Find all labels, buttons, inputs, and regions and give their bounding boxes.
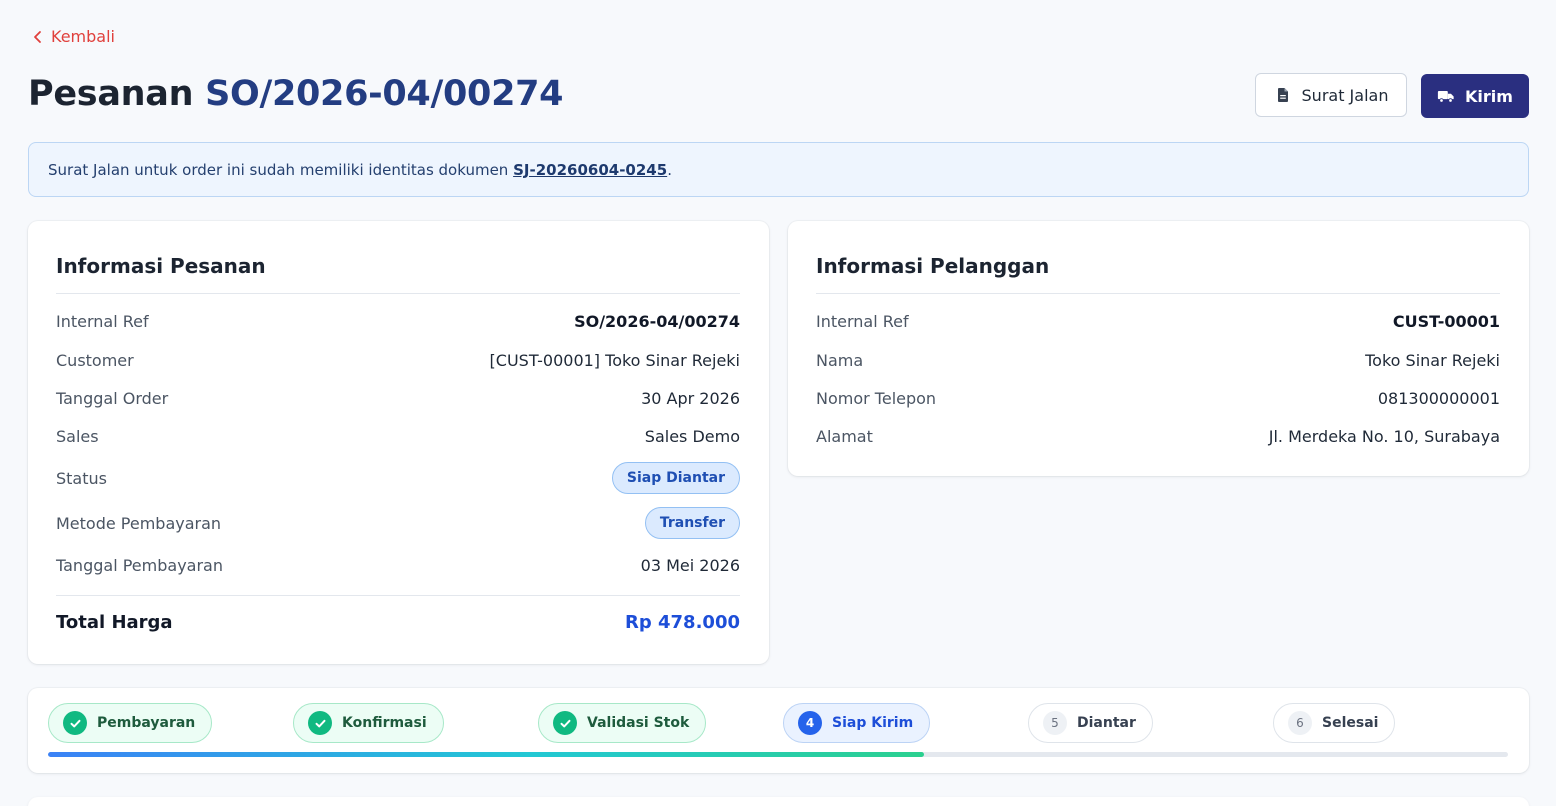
alert-text: Surat Jalan untuk order ini sudah memili… — [48, 160, 514, 179]
step-siap-kirim[interactable]: 4 Siap Kirim — [783, 703, 931, 743]
row-label: Customer — [56, 350, 134, 370]
divider — [816, 293, 1500, 294]
row-value: [CUST-00001] Toko Sinar Rejeki — [489, 350, 740, 370]
step-validasi-stok[interactable]: Validasi Stok — [538, 703, 707, 743]
row-value: 30 Apr 2026 — [641, 388, 740, 408]
step-number: 5 — [1043, 711, 1067, 735]
back-label: Kembali — [51, 27, 115, 46]
row-value: SO/2026-04/00274 — [574, 311, 740, 331]
step-label: Validasi Stok — [587, 715, 690, 731]
total-label: Total Harga — [56, 611, 173, 633]
customer-row-nama: Nama Toko Sinar Rejeki — [816, 348, 1500, 372]
order-row-tanggal-pembayaran: Tanggal Pembayaran 03 Mei 2026 — [56, 553, 740, 577]
row-label: Nama — [816, 350, 864, 370]
step-label: Siap Kirim — [832, 715, 914, 731]
payment-method-badge: Transfer — [644, 507, 740, 539]
back-link[interactable]: Kembali — [32, 27, 115, 46]
order-info-title: Informasi Pesanan — [56, 254, 266, 278]
chevron-left-icon — [34, 30, 41, 43]
row-label: Tanggal Order — [56, 388, 169, 408]
row-value: Toko Sinar Rejeki — [1365, 350, 1500, 370]
step-konfirmasi[interactable]: Konfirmasi — [293, 703, 444, 743]
progress-fill — [48, 752, 924, 757]
order-row-tanggal-order: Tanggal Order 30 Apr 2026 — [56, 386, 740, 410]
surat-jalan-label: Surat Jalan — [1301, 85, 1389, 105]
row-label: Sales — [56, 426, 99, 446]
alert-doc-link[interactable]: SJ-20260604-0245 — [513, 161, 667, 179]
row-value: CUST-00001 — [1392, 311, 1500, 331]
progress-track — [48, 752, 1508, 757]
order-row-sales: Sales Sales Demo — [56, 424, 740, 448]
customer-row-internal-ref: Internal Ref CUST-00001 — [816, 309, 1500, 333]
next-section-card — [28, 797, 1529, 806]
order-total-row: Total Harga Rp 478.000 — [56, 609, 740, 635]
row-value: Jl. Merdeka No. 10, Surabaya — [1268, 426, 1500, 446]
page-title-order-ref: SO/2026-04/00274 — [205, 74, 564, 114]
step-label: Diantar — [1077, 715, 1136, 731]
order-info-card: Informasi Pesanan Internal Ref SO/2026-0… — [28, 221, 769, 664]
order-row-status: Status Siap Diantar — [56, 462, 740, 494]
order-row-internal-ref: Internal Ref SO/2026-04/00274 — [56, 309, 740, 333]
alert-text-end: . — [667, 160, 672, 179]
step-label: Selesai — [1322, 715, 1379, 731]
step-label: Konfirmasi — [342, 715, 427, 731]
customer-info-card: Informasi Pelanggan Internal Ref CUST-00… — [788, 221, 1529, 476]
step-label: Pembayaran — [97, 715, 196, 731]
total-value: Rp 478.000 — [625, 611, 740, 633]
status-badge: Siap Diantar — [611, 462, 740, 494]
step-selesai[interactable]: 6 Selesai — [1273, 703, 1396, 743]
step-indicator — [553, 711, 577, 735]
row-label: Metode Pembayaran — [56, 513, 222, 533]
row-value: 03 Mei 2026 — [640, 555, 740, 575]
step-indicator — [308, 711, 332, 735]
kirim-button[interactable]: Kirim — [1421, 74, 1529, 118]
row-label: Alamat — [816, 426, 873, 446]
divider — [56, 595, 740, 596]
check-icon — [70, 719, 80, 727]
row-label: Status — [56, 468, 107, 488]
page-title-prefix: Pesanan — [28, 74, 194, 114]
row-value: 081300000001 — [1377, 388, 1500, 408]
step-number: 4 — [798, 711, 822, 735]
document-icon — [1277, 88, 1288, 102]
truck-icon — [1437, 91, 1454, 103]
customer-info-title: Informasi Pelanggan — [816, 254, 1050, 278]
check-icon — [315, 719, 325, 727]
order-row-metode-pembayaran: Metode Pembayaran Transfer — [56, 507, 740, 539]
kirim-label: Kirim — [1465, 86, 1513, 106]
row-label: Internal Ref — [56, 311, 149, 331]
divider — [56, 293, 740, 294]
page-title: Pesanan SO/2026-04/00274 — [28, 74, 564, 114]
step-indicator — [63, 711, 87, 735]
row-value: Sales Demo — [644, 426, 740, 446]
step-diantar[interactable]: 5 Diantar — [1028, 703, 1153, 743]
order-row-customer: Customer [CUST-00001] Toko Sinar Rejeki — [56, 348, 740, 372]
customer-row-alamat: Alamat Jl. Merdeka No. 10, Surabaya — [816, 424, 1500, 448]
customer-row-nomor-telepon: Nomor Telepon 081300000001 — [816, 386, 1500, 410]
row-label: Internal Ref — [816, 311, 909, 331]
step-pembayaran[interactable]: Pembayaran — [48, 703, 213, 743]
order-progress-stepper: Pembayaran Konfirmasi Validasi Stok 4 Si… — [28, 688, 1529, 773]
row-label: Nomor Telepon — [816, 388, 937, 408]
row-label: Tanggal Pembayaran — [56, 555, 223, 575]
step-number: 6 — [1288, 711, 1312, 735]
surat-jalan-button[interactable]: Surat Jalan — [1255, 73, 1407, 117]
check-icon — [560, 719, 570, 727]
surat-jalan-alert: Surat Jalan untuk order ini sudah memili… — [28, 142, 1529, 197]
